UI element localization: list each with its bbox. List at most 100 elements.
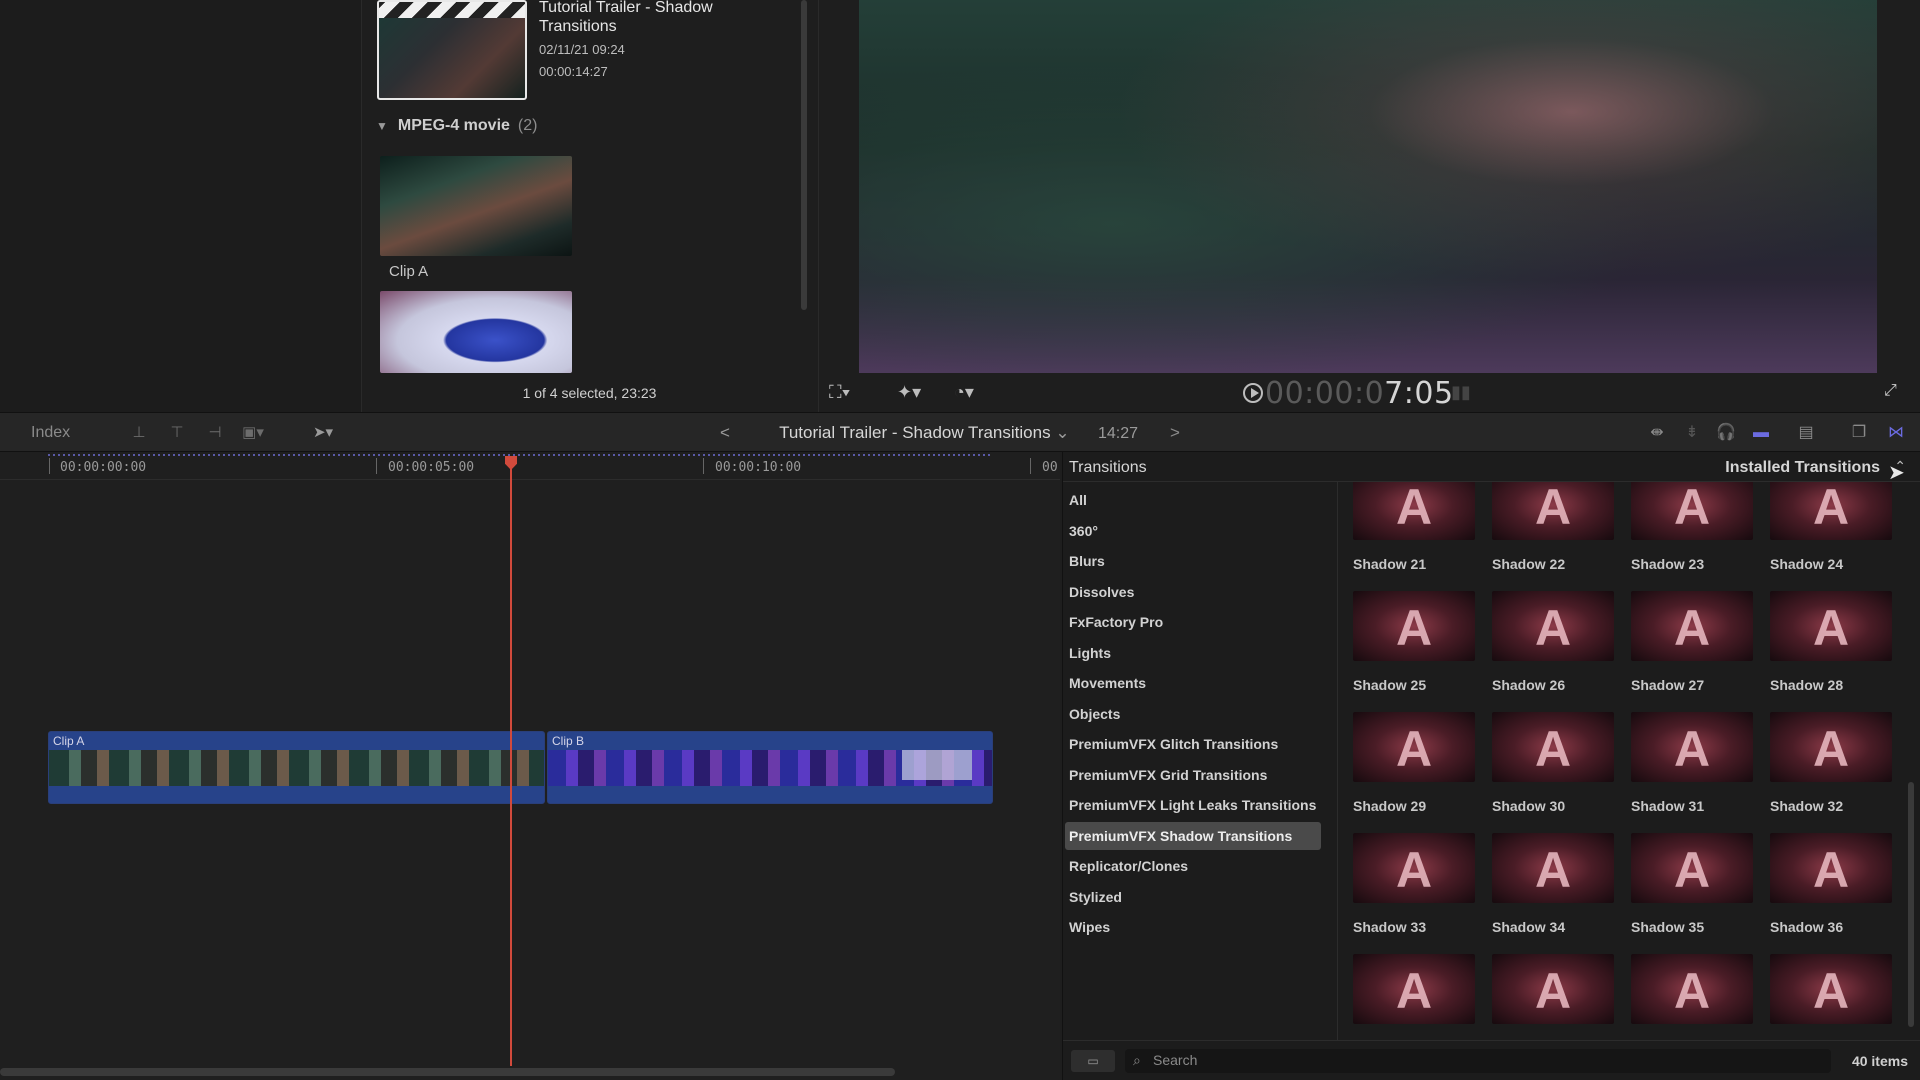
- transition-tile[interactable]: AShadow 38: [1492, 954, 1614, 1040]
- transition-tile[interactable]: A Shadow 32: [1770, 712, 1892, 814]
- transition-thumbnail[interactable]: A: [1492, 482, 1614, 540]
- transition-thumbnail[interactable]: A: [1770, 482, 1892, 540]
- category-item[interactable]: PremiumVFX Glitch Transitions: [1065, 730, 1321, 758]
- transition-tile[interactable]: A Shadow 24: [1770, 482, 1892, 572]
- category-item[interactable]: PremiumVFX Shadow Transitions: [1065, 821, 1321, 850]
- transition-tile[interactable]: AShadow 37: [1353, 954, 1475, 1040]
- skimming-icon[interactable]: ⇼: [1646, 423, 1668, 443]
- enhance-wand-icon[interactable]: ✦▾: [897, 382, 921, 402]
- transition-tile[interactable]: A Shadow 33: [1353, 833, 1475, 935]
- snapping-icon[interactable]: ▬: [1750, 423, 1772, 443]
- transition-thumbnail[interactable]: A: [1770, 833, 1892, 903]
- crop-icon[interactable]: ⛶▾: [829, 382, 850, 402]
- audio-skimming-icon[interactable]: ⇟: [1681, 423, 1703, 443]
- search-field[interactable]: ⌕: [1125, 1049, 1831, 1073]
- transition-thumbnail[interactable]: A: [1353, 833, 1475, 903]
- clip-b-thumbnail[interactable]: [380, 291, 572, 373]
- transition-thumbnail[interactable]: A: [1353, 591, 1475, 661]
- timeline-scrollbar[interactable]: [0, 1068, 895, 1076]
- nav-forward-icon[interactable]: >: [1170, 423, 1180, 443]
- category-item[interactable]: PremiumVFX Light Leaks Transitions: [1065, 791, 1321, 819]
- grid-scrollbar[interactable]: [1908, 782, 1914, 1027]
- playhead[interactable]: [510, 456, 512, 1066]
- transition-thumbnail[interactable]: A: [1353, 954, 1475, 1024]
- category-item[interactable]: Objects: [1065, 700, 1321, 728]
- chevron-down-icon[interactable]: ⌄: [1055, 423, 1069, 442]
- transition-preview-letter: A: [1812, 600, 1850, 656]
- overwrite-clip-icon[interactable]: ▣▾: [242, 423, 264, 443]
- timeline-clip-b-label: Clip B: [552, 734, 585, 748]
- timeline-clip-a[interactable]: Clip A: [48, 731, 545, 804]
- category-item[interactable]: All: [1065, 486, 1321, 514]
- clip-a-thumbnail[interactable]: [380, 156, 572, 256]
- transition-thumbnail[interactable]: A: [1353, 712, 1475, 782]
- transition-tile[interactable]: A Shadow 29: [1353, 712, 1475, 814]
- ruler-tick: [1030, 458, 1031, 474]
- transition-tile[interactable]: A Shadow 30: [1492, 712, 1614, 814]
- category-item[interactable]: 360°: [1065, 517, 1321, 545]
- solo-headphones-icon[interactable]: 🎧: [1715, 423, 1737, 443]
- select-tool-icon[interactable]: ➤▾: [312, 423, 334, 443]
- clip-appearance-icon[interactable]: ▤: [1795, 423, 1817, 443]
- retime-speed-icon[interactable]: ◔▾: [954, 382, 974, 402]
- timeline-clip-b[interactable]: Clip B: [547, 731, 993, 804]
- browser-scrollbar[interactable]: [801, 0, 807, 310]
- category-item[interactable]: Dissolves: [1065, 578, 1321, 606]
- transition-thumbnail[interactable]: A: [1631, 833, 1753, 903]
- transition-thumbnail[interactable]: A: [1353, 482, 1475, 540]
- transition-preview-letter: A: [1395, 600, 1433, 656]
- transition-tile[interactable]: A Shadow 26: [1492, 591, 1614, 693]
- transition-thumbnail[interactable]: A: [1492, 712, 1614, 782]
- transition-thumbnail[interactable]: A: [1631, 712, 1753, 782]
- transitions-browser-icon[interactable]: ⋈: [1885, 423, 1907, 443]
- insert-clip-icon[interactable]: ⊤: [166, 423, 188, 443]
- transition-tile[interactable]: AShadow 39: [1631, 954, 1753, 1040]
- transition-tile[interactable]: A Shadow 35: [1631, 833, 1753, 935]
- transition-tile[interactable]: A Shadow 34: [1492, 833, 1614, 935]
- timeline-ruler[interactable]: 00:00:00:00 00:00:05:00 00:00:10:00 00: [0, 452, 1060, 480]
- category-item[interactable]: Movements: [1065, 669, 1321, 697]
- transition-tile[interactable]: A Shadow 22: [1492, 482, 1614, 572]
- transition-tile[interactable]: A Shadow 23: [1631, 482, 1753, 572]
- category-item[interactable]: Wipes: [1065, 913, 1321, 941]
- transition-thumbnail[interactable]: A: [1631, 954, 1753, 1024]
- fullscreen-icon[interactable]: ⤢: [1884, 382, 1902, 400]
- effects-browser-icon[interactable]: ❐: [1848, 423, 1870, 443]
- transition-thumbnail[interactable]: A: [1770, 591, 1892, 661]
- transition-tile[interactable]: A Shadow 31: [1631, 712, 1753, 814]
- installed-transitions-menu[interactable]: Installed Transitions: [1725, 459, 1880, 477]
- transition-thumbnail[interactable]: A: [1770, 712, 1892, 782]
- project-name[interactable]: Tutorial Trailer - Shadow Transitions: [779, 423, 1050, 442]
- transition-thumbnail[interactable]: A: [1492, 954, 1614, 1024]
- transition-preview-letter: A: [1673, 600, 1711, 656]
- transition-thumbnail[interactable]: A: [1492, 591, 1614, 661]
- transition-thumbnail[interactable]: A: [1770, 954, 1892, 1024]
- category-item[interactable]: PremiumVFX Grid Transitions: [1065, 761, 1321, 789]
- connect-clip-icon[interactable]: ⊥: [128, 423, 150, 443]
- category-item[interactable]: FxFactory Pro: [1065, 608, 1321, 636]
- sidebar-toggle-icon[interactable]: ▭: [1071, 1050, 1115, 1072]
- project-navigator[interactable]: < Tutorial Trailer - Shadow Transitions …: [720, 423, 1070, 443]
- transition-tile[interactable]: A Shadow 28: [1770, 591, 1892, 693]
- transition-tile[interactable]: A Shadow 36: [1770, 833, 1892, 935]
- category-item[interactable]: Blurs: [1065, 547, 1321, 575]
- category-item[interactable]: Stylized: [1065, 883, 1321, 911]
- transition-thumbnail[interactable]: A: [1631, 591, 1753, 661]
- search-input[interactable]: [1153, 1052, 1813, 1068]
- nav-back-icon[interactable]: <: [720, 423, 730, 442]
- disclosure-triangle-icon[interactable]: ▼: [376, 119, 388, 133]
- transition-thumbnail[interactable]: A: [1631, 482, 1753, 540]
- timeline-pane[interactable]: 00:00:00:00 00:00:05:00 00:00:10:00 00 C…: [0, 452, 1060, 1080]
- group-header[interactable]: ▼ MPEG-4 movie (2): [376, 117, 537, 135]
- project-thumbnail[interactable]: [377, 0, 527, 100]
- browser-pane: Tutorial Trailer - Shadow Transitions 02…: [362, 0, 817, 412]
- transition-tile[interactable]: A Shadow 27: [1631, 591, 1753, 693]
- category-item[interactable]: Replicator/Clones: [1065, 852, 1321, 880]
- append-clip-icon[interactable]: ⊣: [204, 423, 226, 443]
- transition-tile[interactable]: A Shadow 25: [1353, 591, 1475, 693]
- transition-tile[interactable]: AShadow 40: [1770, 954, 1892, 1040]
- category-item[interactable]: Lights: [1065, 639, 1321, 667]
- transition-tile[interactable]: A Shadow 21: [1353, 482, 1475, 572]
- index-button[interactable]: Index: [31, 424, 70, 442]
- transition-thumbnail[interactable]: A: [1492, 833, 1614, 903]
